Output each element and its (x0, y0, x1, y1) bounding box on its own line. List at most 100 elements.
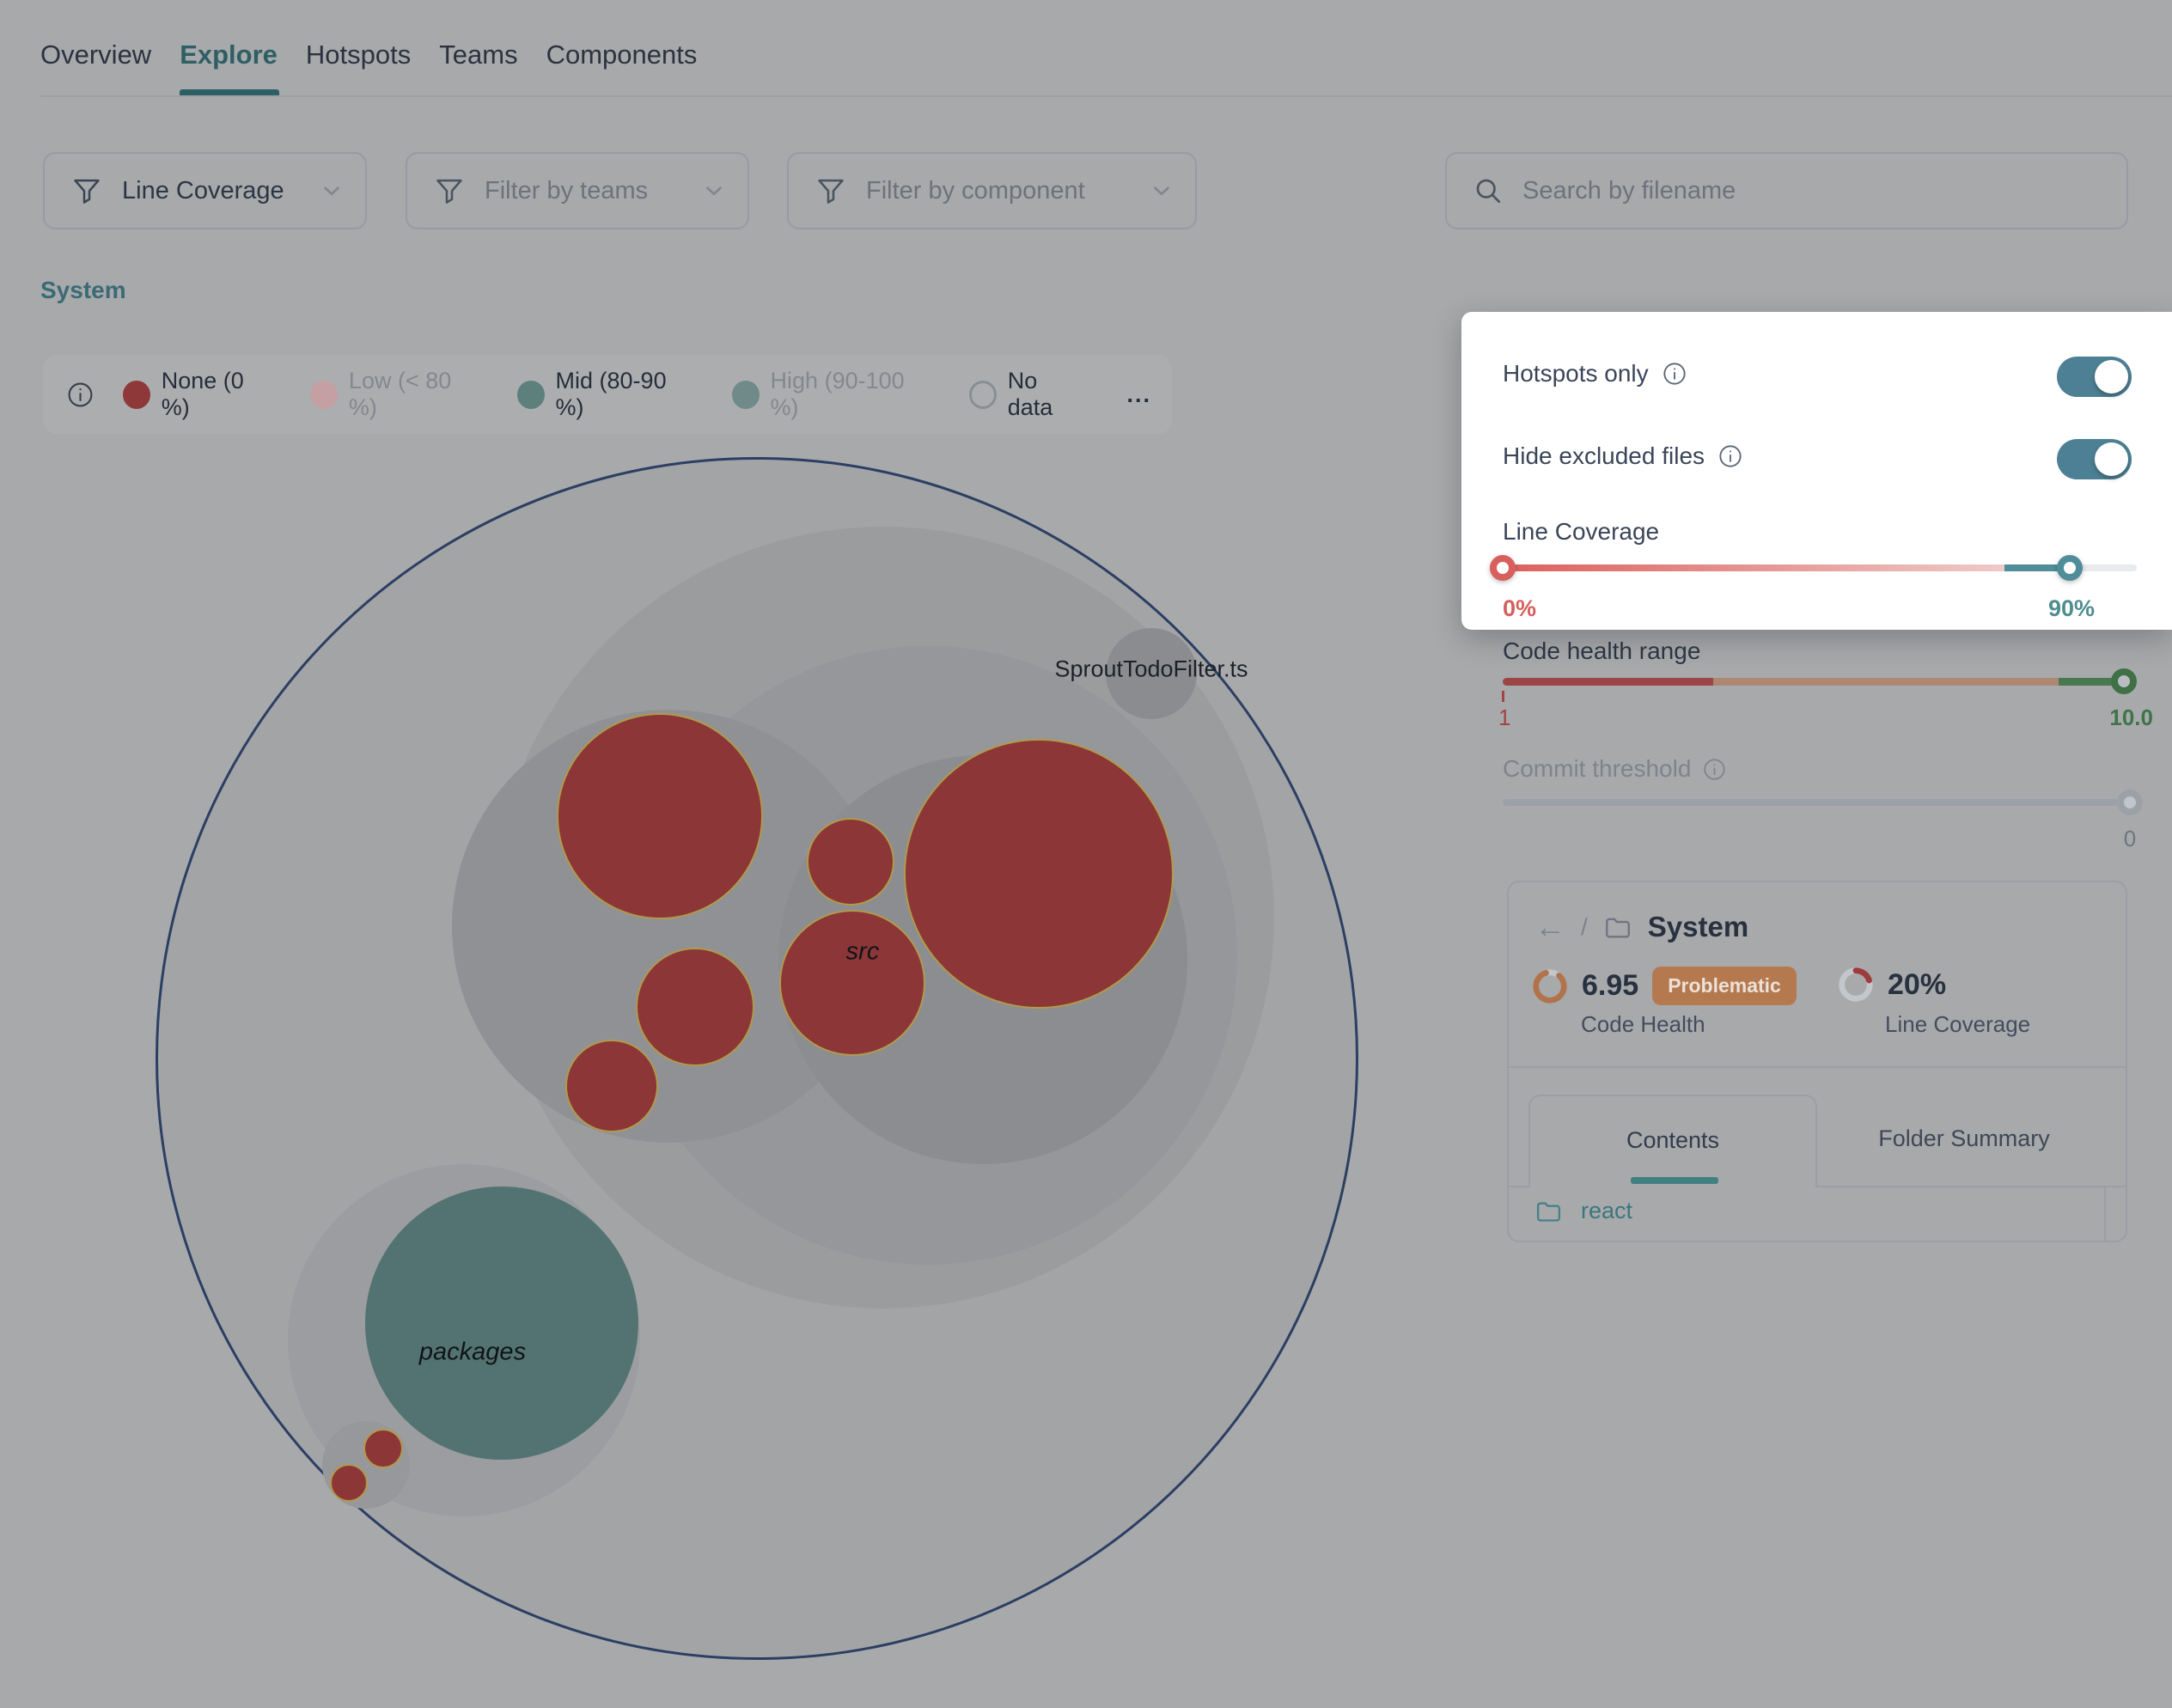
chevron-down-icon (319, 178, 345, 204)
code-health-min-tick[interactable] (1502, 691, 1504, 702)
legend-label: Low (< 80 %) (349, 368, 481, 421)
teams-filter-label: Filter by teams (485, 177, 648, 205)
bubble-label-src: src (846, 938, 880, 967)
info-icon[interactable] (1663, 362, 1687, 386)
legend-label: No data (1008, 368, 1086, 421)
bubble-packages[interactable] (365, 1186, 638, 1460)
filename-search-box[interactable]: Search by filename (1445, 152, 2128, 229)
coverage-filter-dropdown[interactable]: Line Coverage (43, 152, 367, 229)
list-item-react[interactable]: react (1534, 1197, 1632, 1225)
hotspot-bubble[interactable] (363, 1429, 403, 1468)
commit-threshold-slider[interactable] (1503, 799, 2141, 806)
hide-excluded-label: Hide excluded files (1503, 442, 1705, 470)
hotspots-only-row: Hotspots only (1503, 360, 1687, 387)
legend-swatch-mid (517, 381, 545, 409)
slider-max-value: 90% (2044, 595, 2099, 622)
legend-label: None (0 %) (162, 368, 274, 421)
slider-selected-range (1503, 564, 2004, 571)
code-health-max-handle[interactable] (2111, 668, 2137, 694)
line-coverage-stat: 20% (1838, 967, 1946, 1003)
legend-more-button[interactable]: ... (1126, 381, 1151, 408)
legend-swatch-low (310, 381, 338, 409)
card-scroll-divider (2104, 1187, 2106, 1241)
coverage-filter-label: Line Coverage (122, 177, 284, 205)
legend-swatch-nodata (969, 381, 997, 409)
code-health-label: Code Health (1581, 1011, 1705, 1038)
slider-max-handle[interactable] (2057, 555, 2083, 581)
commit-threshold-handle[interactable] (2117, 790, 2143, 815)
hotspots-only-label: Hotspots only (1503, 360, 1649, 387)
main-tabs: Overview Explore Hotspots Teams Componen… (40, 34, 697, 76)
slider-min-handle[interactable] (1490, 555, 1516, 581)
tab-teams[interactable]: Teams (439, 34, 517, 76)
hotspots-only-toggle[interactable] (2057, 357, 2132, 397)
legend-label: Mid (80-90 %) (556, 368, 696, 421)
tab-hotspots[interactable]: Hotspots (306, 34, 411, 76)
tab-folder-summary[interactable]: Folder Summary (1818, 1125, 2110, 1152)
filter-funnel-icon (70, 174, 103, 207)
breadcrumb-system-link[interactable]: System (40, 277, 126, 304)
legend-item: Mid (80-90 %) (517, 368, 696, 421)
hotspot-bubble[interactable] (330, 1464, 368, 1502)
coverage-legend: None (0 %) Low (< 80 %) Mid (80-90 %) Hi… (43, 355, 1172, 434)
hotspot-bubble[interactable] (904, 739, 1174, 1009)
slider-min-value: 0% (1503, 595, 1536, 622)
code-health-max-value: 10.0 (2079, 705, 2153, 731)
code-health-value: 6.95 (1582, 969, 1638, 1003)
active-tab-underline (1631, 1177, 1718, 1184)
component-filter-dropdown[interactable]: Filter by component (787, 152, 1197, 229)
component-filter-label: Filter by component (866, 177, 1085, 205)
line-coverage-slider-label: Line Coverage (1503, 518, 1659, 546)
tabbar-divider (1817, 1186, 2126, 1187)
hotspot-bubble[interactable] (557, 713, 763, 919)
toggle-knob (2095, 442, 2128, 476)
hotspot-bubble[interactable] (565, 1040, 658, 1132)
hide-excluded-row: Hide excluded files (1503, 442, 1742, 470)
problematic-badge: Problematic (1652, 967, 1797, 1005)
map-controls-panel: Hotspots only Hide excluded files Line C… (1461, 312, 2172, 630)
hotspot-bubble-src[interactable] (779, 910, 925, 1056)
chevron-down-icon (701, 178, 727, 204)
bubble-label-file: SproutTodoFilter.ts (1054, 656, 1248, 683)
search-icon (1473, 175, 1504, 206)
tabbar-divider (1509, 1186, 1528, 1187)
line-coverage-donut (1838, 967, 1874, 1003)
card-breadcrumb: ← / System (1534, 906, 1748, 948)
legend-swatch-none (123, 381, 150, 409)
folder-icon (1603, 912, 1632, 942)
card-divider (1509, 1066, 2126, 1068)
hotspot-bubble[interactable] (807, 818, 894, 906)
tab-overview[interactable]: Overview (40, 34, 151, 76)
tab-contents[interactable]: Contents (1528, 1095, 1817, 1187)
tab-explore[interactable]: Explore (180, 34, 278, 76)
teams-filter-dropdown[interactable]: Filter by teams (406, 152, 749, 229)
card-title: System (1648, 911, 1748, 943)
hide-excluded-toggle[interactable] (2057, 439, 2132, 479)
code-health-min-value: 1 (1498, 705, 1510, 731)
toggle-knob (2095, 360, 2128, 393)
tab-contents-label: Contents (1530, 1127, 1815, 1154)
code-health-stat: 6.95 Problematic (1532, 967, 1797, 1005)
code-health-range-label: Code health range (1503, 637, 1700, 665)
hotspot-bubble[interactable] (636, 948, 754, 1066)
filter-funnel-icon (814, 174, 847, 207)
filter-funnel-icon (433, 174, 466, 207)
commit-threshold-label: Commit threshold (1503, 755, 1691, 783)
line-coverage-range-slider (1503, 562, 2137, 574)
nav-divider (40, 95, 2172, 97)
legend-label: High (90-100 %) (771, 368, 933, 421)
code-health-range-slider[interactable] (1503, 678, 2131, 686)
back-arrow-button[interactable]: ← (1534, 912, 1565, 942)
tab-components[interactable]: Components (546, 34, 698, 76)
line-coverage-label: Line Coverage (1885, 1011, 2030, 1038)
line-coverage-value: 20% (1888, 968, 1946, 1002)
folder-icon (1534, 1197, 1563, 1225)
info-icon[interactable] (1703, 758, 1726, 781)
legend-item: Low (< 80 %) (310, 368, 481, 421)
search-placeholder: Search by filename (1522, 177, 1736, 205)
commit-threshold-value: 0 (2102, 826, 2158, 852)
legend-item: None (0 %) (123, 368, 274, 421)
info-icon[interactable] (67, 381, 94, 408)
chevron-down-icon (1149, 178, 1174, 204)
info-icon[interactable] (1718, 444, 1742, 468)
